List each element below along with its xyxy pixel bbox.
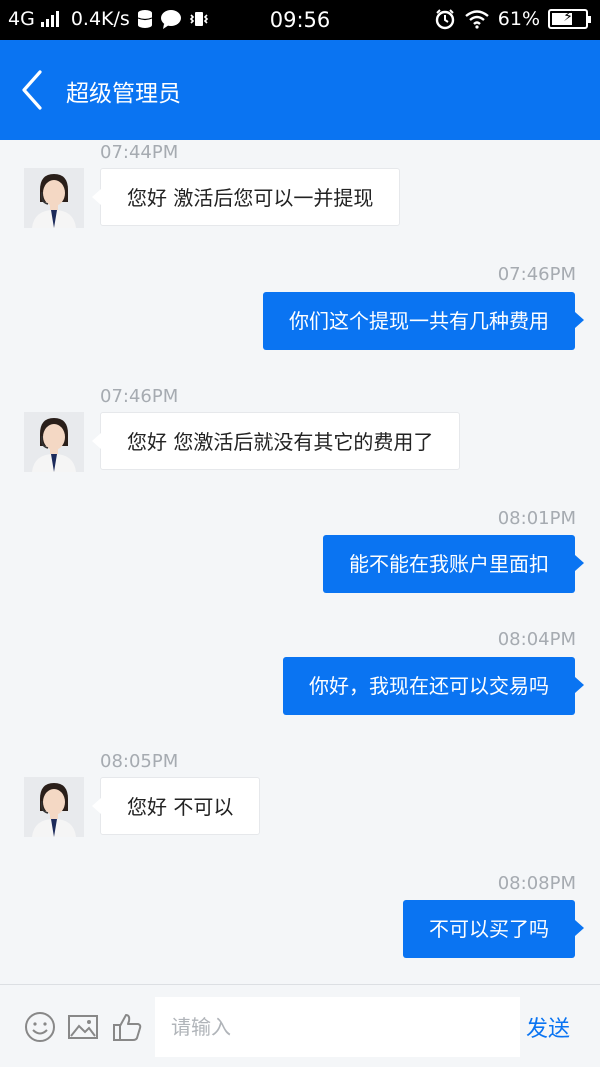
emoji-icon bbox=[25, 1012, 55, 1042]
message-bubble-outgoing[interactable]: 能不能在我账户里面扣 bbox=[323, 535, 584, 593]
message-timestamp: 08:05PM bbox=[100, 751, 179, 772]
chat-header: 超级管理员 bbox=[0, 40, 600, 140]
message-timestamp: 07:44PM bbox=[100, 142, 179, 163]
input-bar: 发送 bbox=[0, 984, 600, 1067]
image-icon bbox=[68, 1015, 98, 1039]
message-timestamp: 08:01PM bbox=[497, 508, 576, 529]
message-timestamp: 08:04PM bbox=[497, 629, 576, 650]
chat-title: 超级管理员 bbox=[66, 81, 181, 107]
message-timestamp: 08:08PM bbox=[497, 873, 576, 894]
send-button[interactable]: 发送 bbox=[526, 1011, 570, 1043]
message-list[interactable]: 07:44PM 您好 激活后您可以一并提现 07:46PM 你们这个提现一共有几… bbox=[0, 140, 600, 984]
back-button[interactable] bbox=[18, 68, 58, 112]
battery-percent: 61% bbox=[497, 8, 540, 30]
emoji-button[interactable] bbox=[24, 1011, 56, 1043]
alarm-icon bbox=[435, 9, 454, 30]
image-button[interactable] bbox=[67, 1011, 99, 1043]
agent-avatar-icon bbox=[24, 777, 84, 837]
status-right: 61% ⚡ bbox=[434, 8, 591, 30]
like-button[interactable] bbox=[111, 1011, 143, 1043]
message-bubble-incoming[interactable]: 您好 您激活后就没有其它的费用了 bbox=[91, 412, 461, 470]
message-bubble-outgoing[interactable]: 不可以买了吗 bbox=[403, 900, 584, 958]
message-timestamp: 07:46PM bbox=[100, 386, 179, 407]
message-bubble-outgoing[interactable]: 你们这个提现一共有几种费用 bbox=[263, 292, 584, 350]
agent-avatar-icon bbox=[24, 412, 84, 472]
wifi-icon bbox=[465, 10, 489, 29]
message-bubble-incoming[interactable]: 您好 激活后您可以一并提现 bbox=[91, 168, 401, 226]
avatar[interactable] bbox=[24, 168, 84, 228]
chevron-left-icon bbox=[22, 70, 42, 110]
thumbs-up-icon bbox=[113, 1014, 142, 1041]
message-bubble-incoming[interactable]: 您好 不可以 bbox=[91, 777, 261, 835]
avatar[interactable] bbox=[24, 777, 84, 837]
message-input[interactable] bbox=[155, 997, 520, 1057]
agent-avatar-icon bbox=[24, 168, 84, 228]
battery-icon: ⚡ bbox=[548, 9, 591, 29]
message-timestamp: 07:46PM bbox=[497, 264, 576, 285]
avatar[interactable] bbox=[24, 412, 84, 472]
message-bubble-outgoing[interactable]: 你好，我现在还可以交易吗 bbox=[283, 657, 584, 715]
status-bar: 4G 0.4K/s 09:56 61% ⚡ bbox=[0, 0, 600, 40]
